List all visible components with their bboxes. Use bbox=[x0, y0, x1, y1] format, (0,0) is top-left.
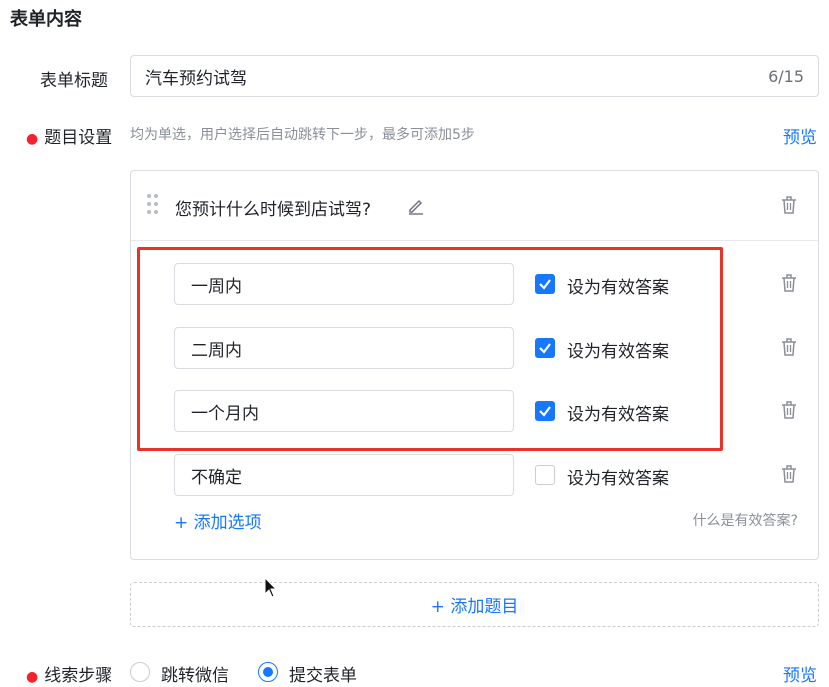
question-setting-label-wrap: ● 题目设置 bbox=[26, 123, 112, 148]
option-input-2[interactable]: 二周内 bbox=[174, 327, 514, 369]
form-title-value: 汽车预约试驾 bbox=[145, 68, 247, 89]
form-title-char-count: 6/15 bbox=[768, 66, 804, 86]
option-input-3[interactable]: 一个月内 bbox=[174, 390, 514, 432]
delete-option-trash-icon-1[interactable] bbox=[780, 273, 798, 293]
option-input-1[interactable]: 一周内 bbox=[174, 263, 514, 305]
mouse-cursor-icon bbox=[264, 577, 278, 598]
valid-answer-checkbox-1[interactable] bbox=[535, 274, 555, 294]
valid-answer-checkbox-2[interactable] bbox=[535, 338, 555, 358]
clue-steps-label: 线索步骤 bbox=[44, 666, 113, 686]
radio-jump-wechat-label[interactable]: 跳转微信 bbox=[161, 661, 229, 686]
question-preview-link[interactable]: 预览 bbox=[783, 123, 817, 148]
what-is-valid-answer-link[interactable]: 什么是有效答案? bbox=[693, 510, 798, 530]
required-dot-icon: ● bbox=[26, 669, 39, 685]
option-value-1: 一周内 bbox=[191, 276, 242, 297]
drag-handle-icon[interactable] bbox=[147, 194, 159, 216]
radio-jump-wechat[interactable] bbox=[130, 662, 150, 682]
check-icon bbox=[539, 343, 551, 354]
option-value-4: 不确定 bbox=[191, 467, 242, 488]
valid-answer-label-1[interactable]: 设为有效答案 bbox=[567, 273, 669, 298]
add-option-button[interactable]: + 添加选项 bbox=[174, 508, 262, 533]
radio-submit-form[interactable] bbox=[258, 662, 278, 682]
add-question-button[interactable]: + 添加题目 bbox=[130, 582, 819, 627]
question-setting-label: 题目设置 bbox=[44, 128, 113, 148]
delete-question-trash-icon[interactable] bbox=[780, 195, 798, 215]
valid-answer-label-4[interactable]: 设为有效答案 bbox=[567, 464, 669, 489]
check-icon bbox=[539, 406, 551, 417]
delete-option-trash-icon-3[interactable] bbox=[780, 400, 798, 420]
clue-steps-preview-link[interactable]: 预览 bbox=[783, 661, 817, 686]
valid-answer-label-3[interactable]: 设为有效答案 bbox=[567, 400, 669, 425]
required-dot-icon: ● bbox=[26, 131, 39, 147]
radio-submit-form-label[interactable]: 提交表单 bbox=[289, 661, 357, 686]
section-title: 表单内容 bbox=[10, 9, 82, 30]
option-value-2: 二周内 bbox=[191, 340, 242, 361]
delete-option-trash-icon-2[interactable] bbox=[780, 337, 798, 357]
valid-answer-label-2[interactable]: 设为有效答案 bbox=[567, 337, 669, 362]
edit-pencil-icon[interactable] bbox=[407, 197, 425, 215]
question-text: 您预计什么时候到店试驾? bbox=[175, 200, 372, 220]
valid-answer-checkbox-3[interactable] bbox=[535, 401, 555, 421]
valid-answer-checkbox-4[interactable] bbox=[535, 465, 555, 485]
clue-steps-label-wrap: ● 线索步骤 bbox=[26, 661, 112, 686]
question-card: 您预计什么时候到店试驾? 一周内 设为有效答案 二周内 设为有效答案 一个月内 … bbox=[130, 170, 819, 560]
option-value-3: 一个月内 bbox=[191, 403, 259, 424]
form-title-label: 表单标题 bbox=[40, 71, 108, 91]
question-header: 您预计什么时候到店试驾? bbox=[131, 171, 818, 241]
question-setting-hint: 均为单选，用户选择后自动跳转下一步，最多可添加5步 bbox=[130, 127, 475, 143]
delete-option-trash-icon-4[interactable] bbox=[780, 464, 798, 484]
check-icon bbox=[539, 279, 551, 290]
option-input-4[interactable]: 不确定 bbox=[174, 454, 514, 496]
form-title-input[interactable]: 汽车预约试驾 6/15 bbox=[130, 55, 819, 97]
